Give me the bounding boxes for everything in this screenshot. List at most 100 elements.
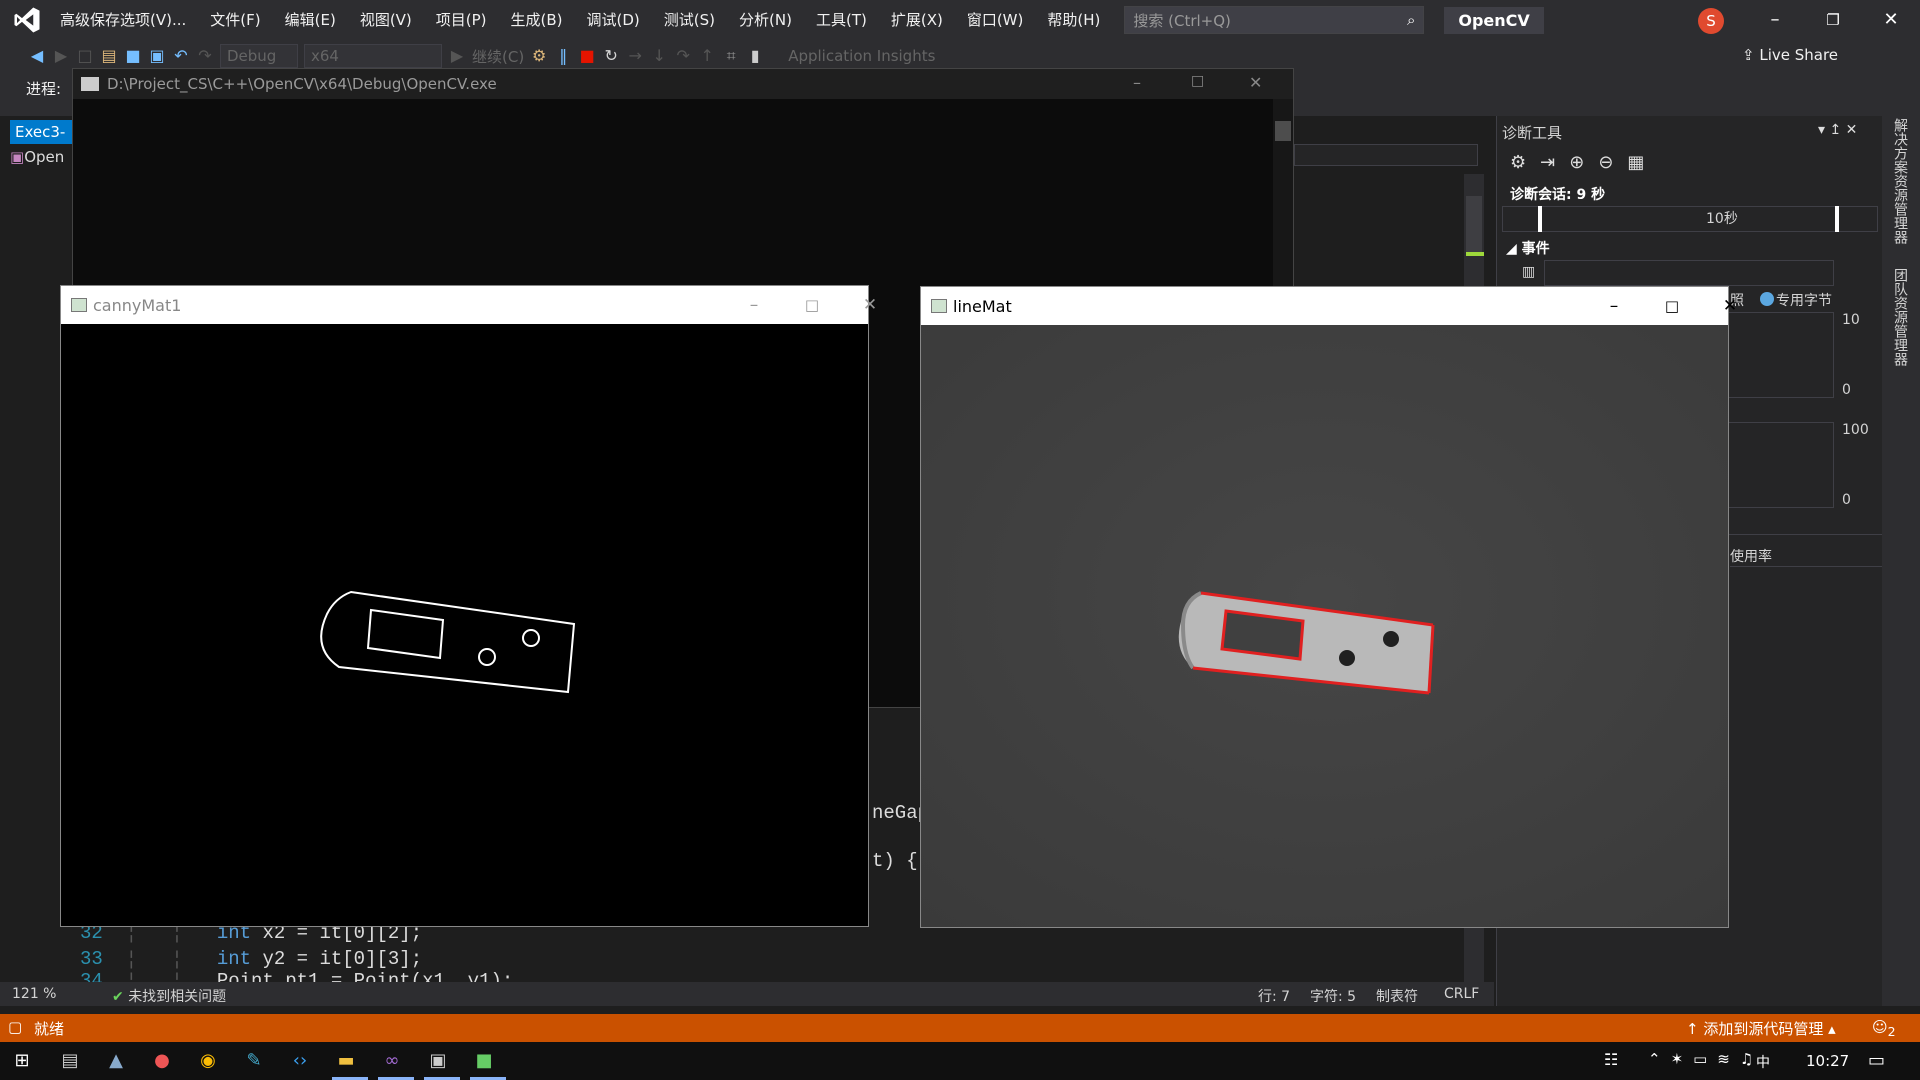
continue-icon[interactable]: ▶ [448, 47, 466, 65]
chrome-icon[interactable]: ◉ [196, 1049, 220, 1073]
restart-icon[interactable]: ↻ [602, 47, 620, 65]
line-minimize-button[interactable]: – [1585, 287, 1643, 325]
editor-scroll-thumb[interactable] [1466, 196, 1482, 256]
step-into-icon[interactable]: ↓ [650, 47, 668, 65]
explorer-icon[interactable]: ▬ [334, 1049, 358, 1073]
menu-item[interactable]: 帮助(H) [1035, 0, 1112, 40]
show-next-statement-icon[interactable]: → [626, 47, 644, 65]
zoom-level[interactable]: 121 % [12, 986, 56, 1002]
minimize-button[interactable]: – [1746, 0, 1804, 40]
menu-item[interactable]: 编辑(E) [273, 0, 348, 40]
settings-icon[interactable]: ⚙ [1510, 152, 1540, 173]
action-center-icon[interactable]: ▭ [1868, 1050, 1885, 1071]
forward-icon[interactable]: ▶ [52, 47, 70, 65]
opencv-window-icon[interactable]: ■ [472, 1049, 496, 1073]
save-all-icon[interactable]: ▣ [148, 47, 166, 65]
session-duration: 诊断会话: 9 秒 [1510, 187, 1606, 203]
step-out-icon[interactable]: ↑ [698, 47, 716, 65]
console-scroll-thumb[interactable] [1275, 121, 1291, 141]
zoom-out-icon[interactable]: ⊖ [1598, 152, 1627, 173]
document-tab[interactable]: Exec3-P... [10, 120, 72, 144]
export-icon[interactable]: ⇥ [1540, 152, 1569, 173]
menu-item[interactable]: 分析(N) [727, 0, 804, 40]
timeline-start-handle[interactable] [1538, 206, 1542, 232]
process-icon[interactable]: ⚙ [530, 47, 548, 65]
solution-explorer-tab[interactable]: 解决方案资源管理器 [1890, 118, 1910, 244]
terminal-icon[interactable]: ▤ [58, 1049, 82, 1073]
cpu-usage-tab[interactable]: 使用率 [1730, 546, 1772, 566]
search-input[interactable]: 搜索 (Ctrl+Q) ⌕ [1124, 6, 1425, 34]
line-image-window[interactable]: lineMat – □ ✕ [920, 286, 1737, 928]
netease-icon[interactable]: ● [150, 1049, 174, 1073]
save-icon[interactable]: ■ [124, 47, 142, 65]
issues-indicator[interactable]: ✔ 未找到相关问题 [112, 986, 226, 1006]
right-tool-rail [1882, 116, 1920, 1006]
source-control-button[interactable]: ↑ 添加到源代码管理 ▴ [1686, 1018, 1836, 1039]
timeline-end-handle[interactable] [1835, 206, 1839, 232]
ime-grid-icon[interactable]: ☷ [1604, 1050, 1618, 1069]
menu-item[interactable]: 视图(V) [348, 0, 424, 40]
timeline-ruler[interactable] [1502, 206, 1878, 232]
menu-item[interactable]: 高级保存选项(V)... [48, 0, 198, 40]
avatar[interactable]: S [1698, 8, 1724, 34]
console-icon [81, 77, 99, 91]
platform-select[interactable]: x64 [304, 44, 442, 68]
new-project-icon[interactable]: □ [76, 47, 94, 65]
console-maximize-button[interactable]: □ [1191, 73, 1204, 89]
system-tray[interactable]: ⌃✶▭≋♫ [1648, 1050, 1763, 1068]
canny-maximize-button[interactable]: □ [783, 286, 841, 324]
app-insights-button[interactable]: Application Insights [788, 47, 935, 65]
open-file-icon[interactable]: ▤ [100, 47, 118, 65]
menu-item[interactable]: 窗口(W) [955, 0, 1036, 40]
line-close-button[interactable]: ✕ [1701, 287, 1759, 325]
console-close-button[interactable]: ✕ [1249, 73, 1262, 92]
configuration-select[interactable]: Debug [220, 44, 298, 68]
stop-debugging-icon[interactable]: ■ [578, 47, 596, 65]
continue-button[interactable]: 继续(C) [472, 46, 524, 67]
break-all-icon[interactable]: ‖ [554, 47, 572, 65]
eol-indicator[interactable]: CRLF [1444, 986, 1479, 1002]
reset-view-icon[interactable]: ▦ [1627, 152, 1658, 173]
menu-item[interactable]: 扩展(X) [879, 0, 955, 40]
paint-icon[interactable]: ✎ [242, 1049, 266, 1073]
panel-pin-icon[interactable]: ▾ ↥ ✕ [1818, 122, 1857, 138]
step-over-icon[interactable]: ↷ [674, 47, 692, 65]
menu-item[interactable]: 文件(F) [198, 0, 272, 40]
clock[interactable]: 10:27 [1806, 1052, 1849, 1070]
redo-icon[interactable]: ↷ [196, 47, 214, 65]
close-button[interactable]: ✕ [1862, 0, 1920, 40]
canny-close-button[interactable]: ✕ [841, 286, 899, 324]
output-icon[interactable]: ▢ [8, 1018, 22, 1036]
undo-icon[interactable]: ↶ [172, 47, 190, 65]
notifications-icon[interactable]: ☺2 [1872, 1018, 1896, 1039]
menu-item[interactable]: 工具(T) [804, 0, 879, 40]
start-icon[interactable]: ⊞ [10, 1049, 34, 1073]
live-share-button[interactable]: ⇪ Live Share [1742, 46, 1838, 64]
canny-minimize-button[interactable]: – [725, 286, 783, 324]
menu-item[interactable]: 项目(P) [424, 0, 499, 40]
menu-item[interactable]: 生成(B) [499, 0, 575, 40]
events-header[interactable]: ◢ 事件 [1506, 238, 1550, 258]
console-app-icon[interactable]: ▣ [426, 1049, 450, 1073]
team-explorer-tab[interactable]: 团队资源管理器 [1890, 268, 1910, 366]
menu-item[interactable]: 调试(D) [575, 0, 652, 40]
line-maximize-button[interactable]: □ [1643, 287, 1701, 325]
hex-display-icon[interactable]: ⌗ [722, 47, 740, 65]
code-text: y2 = it[0][3]; [251, 948, 423, 970]
vscode-icon[interactable]: ‹› [288, 1049, 312, 1073]
menu-item[interactable]: 测试(S) [652, 0, 727, 40]
back-icon[interactable]: ◀ [28, 47, 46, 65]
restore-button[interactable]: ❐ [1804, 0, 1862, 40]
tabs-indicator[interactable]: 制表符 [1376, 986, 1418, 1006]
navigation-bar[interactable]: ▣Open [10, 148, 72, 170]
ime-indicator[interactable]: 中 [1756, 1052, 1770, 1072]
visual-studio-icon[interactable]: ∞ [380, 1049, 404, 1073]
console-minimize-button[interactable]: – [1133, 73, 1141, 92]
pause-events-icon[interactable]: ▥ [1522, 264, 1535, 280]
member-combo[interactable] [1294, 144, 1478, 166]
zoom-in-icon[interactable]: ⊕ [1569, 152, 1598, 173]
canny-image-window[interactable]: cannyMat1 – □ ✕ [60, 285, 877, 927]
memory-axis-min: 0 [1842, 382, 1851, 398]
bookmark-icon[interactable]: ▮ [746, 47, 764, 65]
app-icon[interactable]: ▲ [104, 1049, 128, 1073]
